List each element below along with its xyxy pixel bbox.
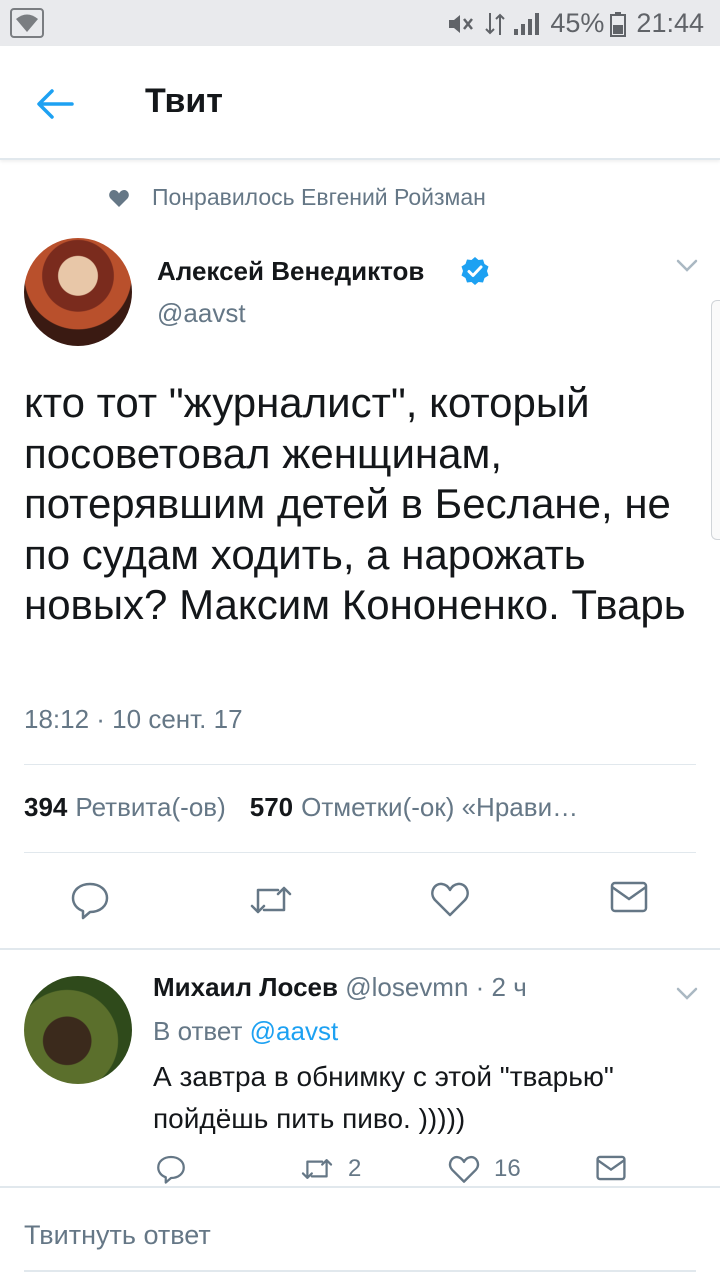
wifi-icon bbox=[10, 8, 44, 38]
direct-message-icon[interactable] bbox=[596, 1154, 626, 1182]
tweet-stats: 394 Ретвита(-ов) 570 Отметки(-ок) «Нрави… bbox=[24, 792, 578, 823]
author-name[interactable]: Алексей Венедиктов bbox=[157, 256, 424, 287]
reply-text: А завтра в обнимку с этой "тварью" пойдё… bbox=[153, 1061, 614, 1134]
author-avatar[interactable] bbox=[24, 238, 132, 346]
compose-reply-input[interactable]: Твитнуть ответ bbox=[24, 1220, 211, 1251]
direct-message-icon[interactable] bbox=[610, 880, 648, 914]
reply-author-name[interactable]: Михаил Лосев bbox=[153, 972, 338, 1002]
like-icon[interactable] bbox=[448, 1154, 480, 1184]
divider bbox=[24, 764, 696, 765]
reply-author-avatar[interactable] bbox=[24, 976, 132, 1084]
divider bbox=[24, 852, 696, 853]
reply-retweet-count: 2 bbox=[348, 1155, 362, 1182]
signal-icon bbox=[514, 12, 540, 35]
reply-icon[interactable] bbox=[70, 880, 110, 920]
reply-header: Михаил Лосев @losevmn · 2 ч bbox=[153, 972, 527, 1003]
divider bbox=[0, 948, 720, 950]
verified-badge-icon bbox=[461, 257, 489, 285]
author-handle[interactable]: @aavst bbox=[157, 298, 246, 329]
app-bar: Твит bbox=[0, 46, 720, 160]
reply-like-action[interactable]: 16 bbox=[448, 1154, 521, 1184]
heart-icon bbox=[109, 189, 129, 207]
battery-percent: 45% bbox=[550, 8, 605, 38]
reply-like-count: 16 bbox=[494, 1155, 521, 1182]
reply-to-line: В ответ @aavst bbox=[153, 1016, 338, 1047]
retweet-icon[interactable] bbox=[248, 880, 294, 920]
like-label[interactable]: Отметки(-ок) «Нрави… bbox=[301, 792, 578, 823]
like-count[interactable]: 570 bbox=[250, 792, 293, 823]
reply-actions: 2 16 bbox=[0, 1154, 720, 1190]
tweet-text: кто тот "журналист", который посоветовал… bbox=[24, 379, 686, 628]
like-icon[interactable] bbox=[430, 880, 470, 918]
tweet-actions bbox=[0, 880, 720, 924]
page-title: Твит bbox=[145, 82, 223, 120]
tweet-timestamp: 18:12 · 10 сент. 17 bbox=[24, 704, 243, 734]
retweet-icon[interactable] bbox=[300, 1154, 334, 1184]
reply-icon[interactable] bbox=[156, 1154, 186, 1184]
reply-retweet-action[interactable]: 2 bbox=[300, 1154, 361, 1184]
clock: 21:44 bbox=[636, 8, 704, 38]
liked-by-context[interactable]: Понравилось Евгений Ройзман bbox=[108, 184, 486, 211]
reply-time: · 2 ч bbox=[475, 972, 527, 1002]
compose-reply-bar: Твитнуть ответ bbox=[0, 1186, 720, 1280]
liked-by-text: Понравилось Евгений Ройзман bbox=[152, 184, 486, 210]
back-arrow-icon[interactable] bbox=[30, 82, 80, 126]
data-transfer-icon bbox=[485, 12, 506, 35]
scrollbar[interactable] bbox=[711, 300, 720, 540]
mute-icon bbox=[449, 14, 474, 33]
chevron-down-icon[interactable] bbox=[675, 258, 699, 274]
reply-author-handle[interactable]: @losevmn bbox=[345, 972, 468, 1002]
reply-to-prefix: В ответ bbox=[153, 1016, 243, 1046]
chevron-down-icon[interactable] bbox=[675, 986, 699, 1002]
retweet-label[interactable]: Ретвита(-ов) bbox=[75, 792, 225, 823]
compose-underline bbox=[24, 1270, 696, 1272]
status-bar: 45% 21:44 bbox=[0, 0, 720, 46]
retweet-count[interactable]: 394 bbox=[24, 792, 67, 823]
battery-icon bbox=[610, 11, 627, 37]
reply-to-handle[interactable]: @aavst bbox=[250, 1016, 339, 1046]
